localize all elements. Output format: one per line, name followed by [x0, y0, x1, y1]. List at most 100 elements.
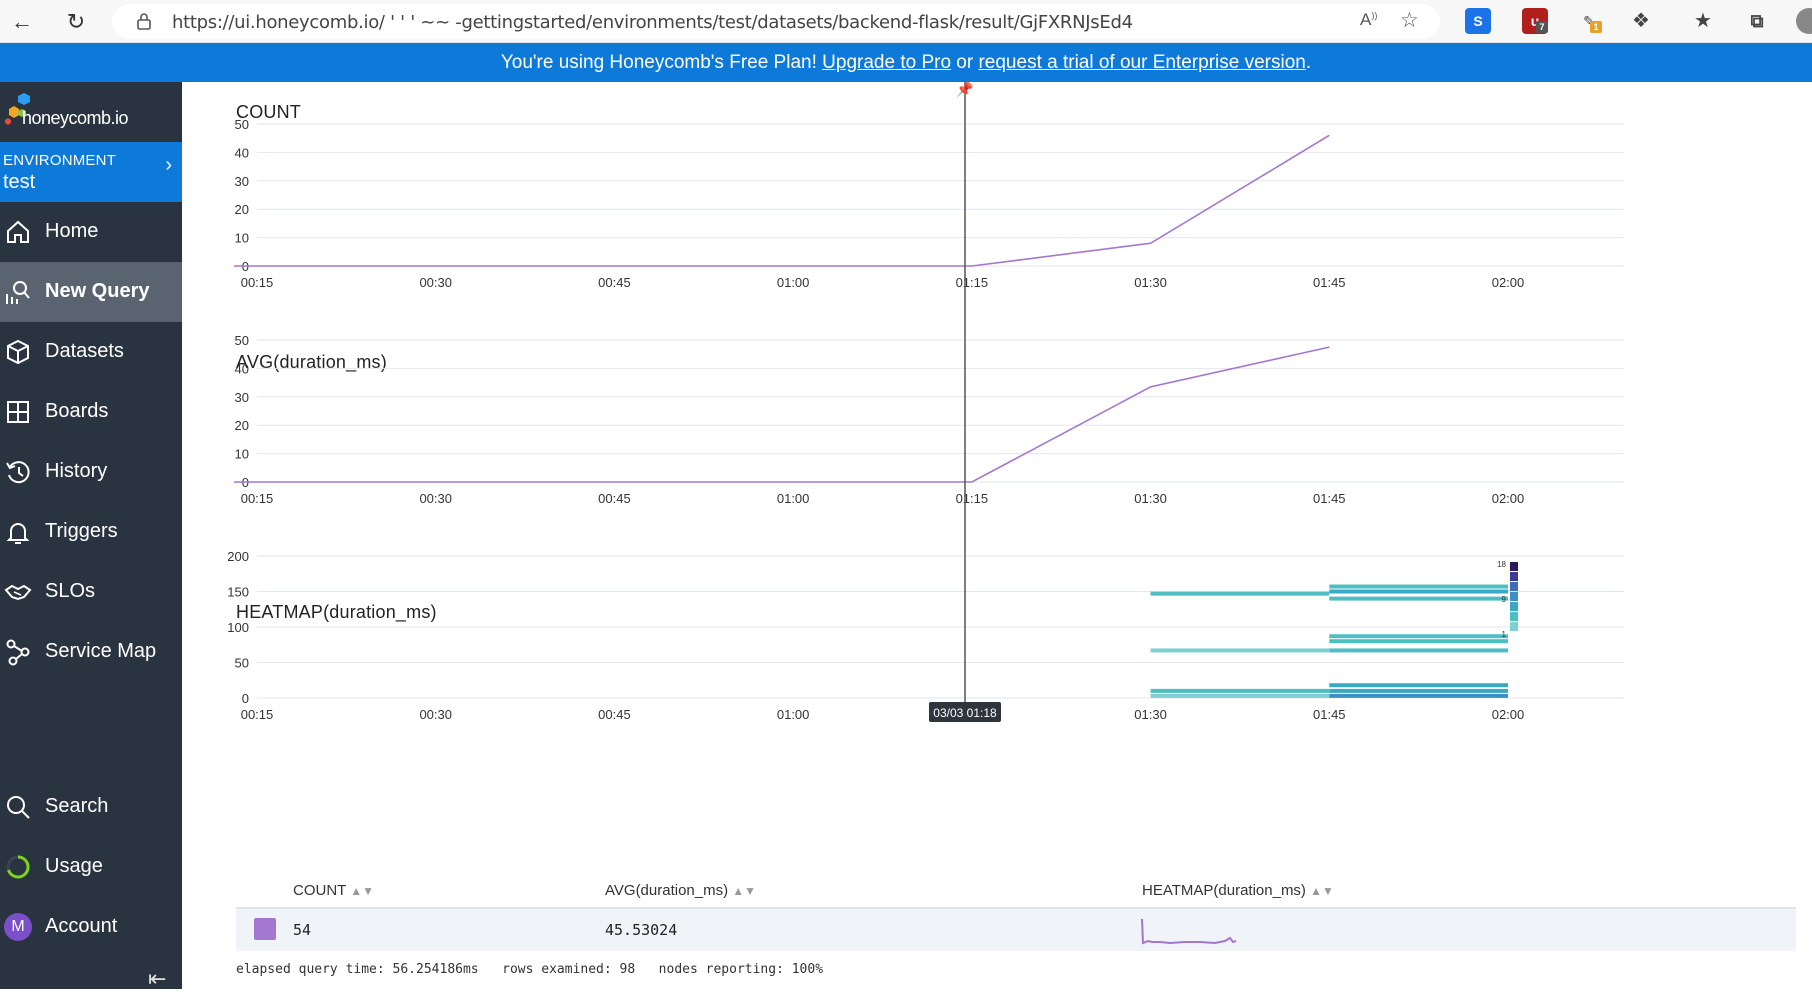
x-tick-label: 00:45: [598, 707, 631, 722]
pen-extension-icon[interactable]: ✎ 1: [1576, 8, 1602, 34]
sidebar-item-label: Boards: [45, 400, 109, 422]
x-tick-label: 01:30: [1134, 491, 1167, 506]
sort-icon: ▲︎▼︎: [1310, 884, 1334, 898]
enterprise-trial-link[interactable]: request a trial of our Enterprise versio…: [978, 52, 1305, 73]
banner-text-suffix: .: [1305, 52, 1312, 73]
heatmap-legend-swatch: [1510, 562, 1518, 571]
read-aloud-icon[interactable]: A)): [1360, 10, 1377, 30]
sort-icon: ▲︎▼︎: [350, 884, 374, 898]
heatmap-cell: [1150, 591, 1330, 596]
refresh-icon[interactable]: ↻: [60, 6, 92, 38]
y-tick-label: 30: [235, 390, 249, 405]
y-tick-label: 50: [235, 656, 249, 671]
sidebar-item-label: Search: [45, 795, 109, 817]
table-header-avg[interactable]: AVG(duration_ms) ▲︎▼︎: [605, 882, 756, 899]
x-tick-label: 00:30: [419, 491, 452, 506]
heatmap-cell: [1329, 683, 1508, 688]
sidebar-item-label: Service Map: [45, 640, 157, 662]
avg-value: 45.53024: [605, 921, 678, 939]
heatmap-cell: [1150, 688, 1330, 693]
sidebar-item-triggers[interactable]: Triggers: [0, 502, 182, 562]
y-tick-label: 50: [235, 117, 249, 132]
sidebar-item-label: Home: [45, 220, 99, 242]
x-tick-label: 01:00: [777, 707, 810, 722]
table-row[interactable]: 54 45.53024: [236, 909, 1796, 951]
banner-text: You're using Honeycomb's Free Plan!: [500, 52, 823, 73]
sidebar-item-label: History: [45, 460, 108, 482]
x-tick-label: 01:30: [1134, 275, 1167, 290]
service-map-icon: [6, 639, 30, 666]
triggers-icon: [6, 523, 30, 544]
address-bar[interactable]: https://ui.honeycomb.io/ ' ' ' ~~ -getti…: [112, 4, 1440, 39]
environment-selector[interactable]: ENVIRONMENT test ›: [0, 142, 182, 202]
x-tick-label: 01:30: [1134, 707, 1167, 722]
x-tick-label: 01:45: [1313, 707, 1346, 722]
heatmap-cell: [1329, 634, 1508, 639]
heatmap-legend-swatch: [1510, 602, 1518, 611]
nodes-reporting: nodes reporting: 100%: [658, 962, 824, 977]
heatmap-legend-swatch: [1510, 622, 1518, 631]
x-tick-label: 01:45: [1313, 275, 1346, 290]
y-tick-label: 40: [235, 145, 249, 160]
heatmap-legend-swatch: [1510, 612, 1518, 621]
table-header-count[interactable]: COUNT ▲︎▼︎: [293, 882, 374, 899]
sidebar-item-boards[interactable]: Boards: [0, 382, 182, 442]
heatmap-cell: [1329, 589, 1508, 594]
heatmap-legend-swatch: [1510, 572, 1518, 581]
heatmap-legend-swatch: [1510, 592, 1518, 601]
sidebar-item-new-query[interactable]: New Query: [0, 262, 182, 322]
crosshair-time-label: 03/03 01:18: [933, 706, 997, 720]
table-header-heatmap[interactable]: HEATMAP(duration_ms) ▲︎▼︎: [1142, 882, 1334, 899]
y-tick-label: 150: [227, 585, 249, 600]
sidebar-item-service-map[interactable]: Service Map: [0, 622, 182, 682]
banner-text-middle: or: [951, 52, 979, 73]
x-tick-label: 00:30: [419, 707, 452, 722]
y-tick-label: 10: [235, 231, 249, 246]
back-icon[interactable]: ←: [6, 6, 38, 38]
environment-label: ENVIRONMENT: [3, 152, 117, 169]
history-icon: [6, 461, 30, 484]
rows-examined: rows examined: 98: [502, 962, 636, 977]
y-tick-label: 30: [235, 174, 249, 189]
series-color-swatch[interactable]: [254, 918, 276, 940]
chevron-right-icon: ›: [165, 154, 172, 176]
column-label: COUNT: [293, 882, 347, 899]
sidebar-item-slos[interactable]: SLOs: [0, 562, 182, 622]
extension-badge: 7: [1536, 21, 1548, 33]
x-tick-label: 01:45: [1313, 491, 1346, 506]
environment-value: test: [3, 171, 36, 193]
sidebar-item-history[interactable]: History: [0, 442, 182, 502]
favorite-add-icon[interactable]: ☆: [1400, 8, 1419, 33]
query-stats: elapsed query time: 56.254186ms rows exa…: [236, 962, 823, 977]
sidebar-item-search[interactable]: Search: [0, 777, 182, 837]
heatmap-legend-label: 18: [1497, 560, 1506, 569]
honeycomb-logo[interactable]: honeycomb.io: [0, 82, 182, 142]
sidebar-item-datasets[interactable]: Datasets: [0, 322, 182, 382]
heatmap-legend-label: 1: [1502, 630, 1507, 639]
sidebar-item-account[interactable]: M Account: [0, 897, 182, 957]
x-tick-label: 02:00: [1492, 275, 1525, 290]
collections-icon[interactable]: ⧉: [1744, 8, 1770, 34]
y-tick-label: 10: [235, 447, 249, 462]
x-tick-label: 02:00: [1492, 707, 1525, 722]
skype-extension-icon[interactable]: S: [1465, 8, 1491, 34]
pin-icon: 📌: [956, 82, 974, 98]
sidebar-item-label: Account: [45, 915, 118, 937]
sidebar-item-home[interactable]: Home: [0, 202, 182, 262]
charts-canvas[interactable]: 0 10 20 30 40 50 00:15 00:30 00:45 01:00 01:15 01:3…: [182, 82, 1812, 862]
count-value: 54: [293, 921, 312, 939]
collapse-sidebar-icon[interactable]: ⇤: [148, 966, 166, 992]
sidebar: honeycomb.io ENVIRONMENT test › Home New…: [0, 82, 182, 992]
y-tick-label: 50: [235, 333, 249, 348]
favorites-icon[interactable]: ★: [1690, 8, 1716, 34]
x-tick-label: 01:00: [777, 491, 810, 506]
ublock-extension-icon[interactable]: u 7: [1522, 8, 1548, 34]
x-tick-label: 01:00: [777, 275, 810, 290]
extensions-icon[interactable]: ❖: [1628, 8, 1654, 34]
series-line: [234, 134, 1330, 267]
y-tick-label: 100: [227, 620, 249, 635]
profile-avatar[interactable]: [1796, 8, 1812, 34]
sidebar-item-label: Datasets: [45, 340, 124, 362]
sidebar-item-usage[interactable]: Usage: [0, 837, 182, 897]
upgrade-link[interactable]: Upgrade to Pro: [822, 52, 951, 73]
